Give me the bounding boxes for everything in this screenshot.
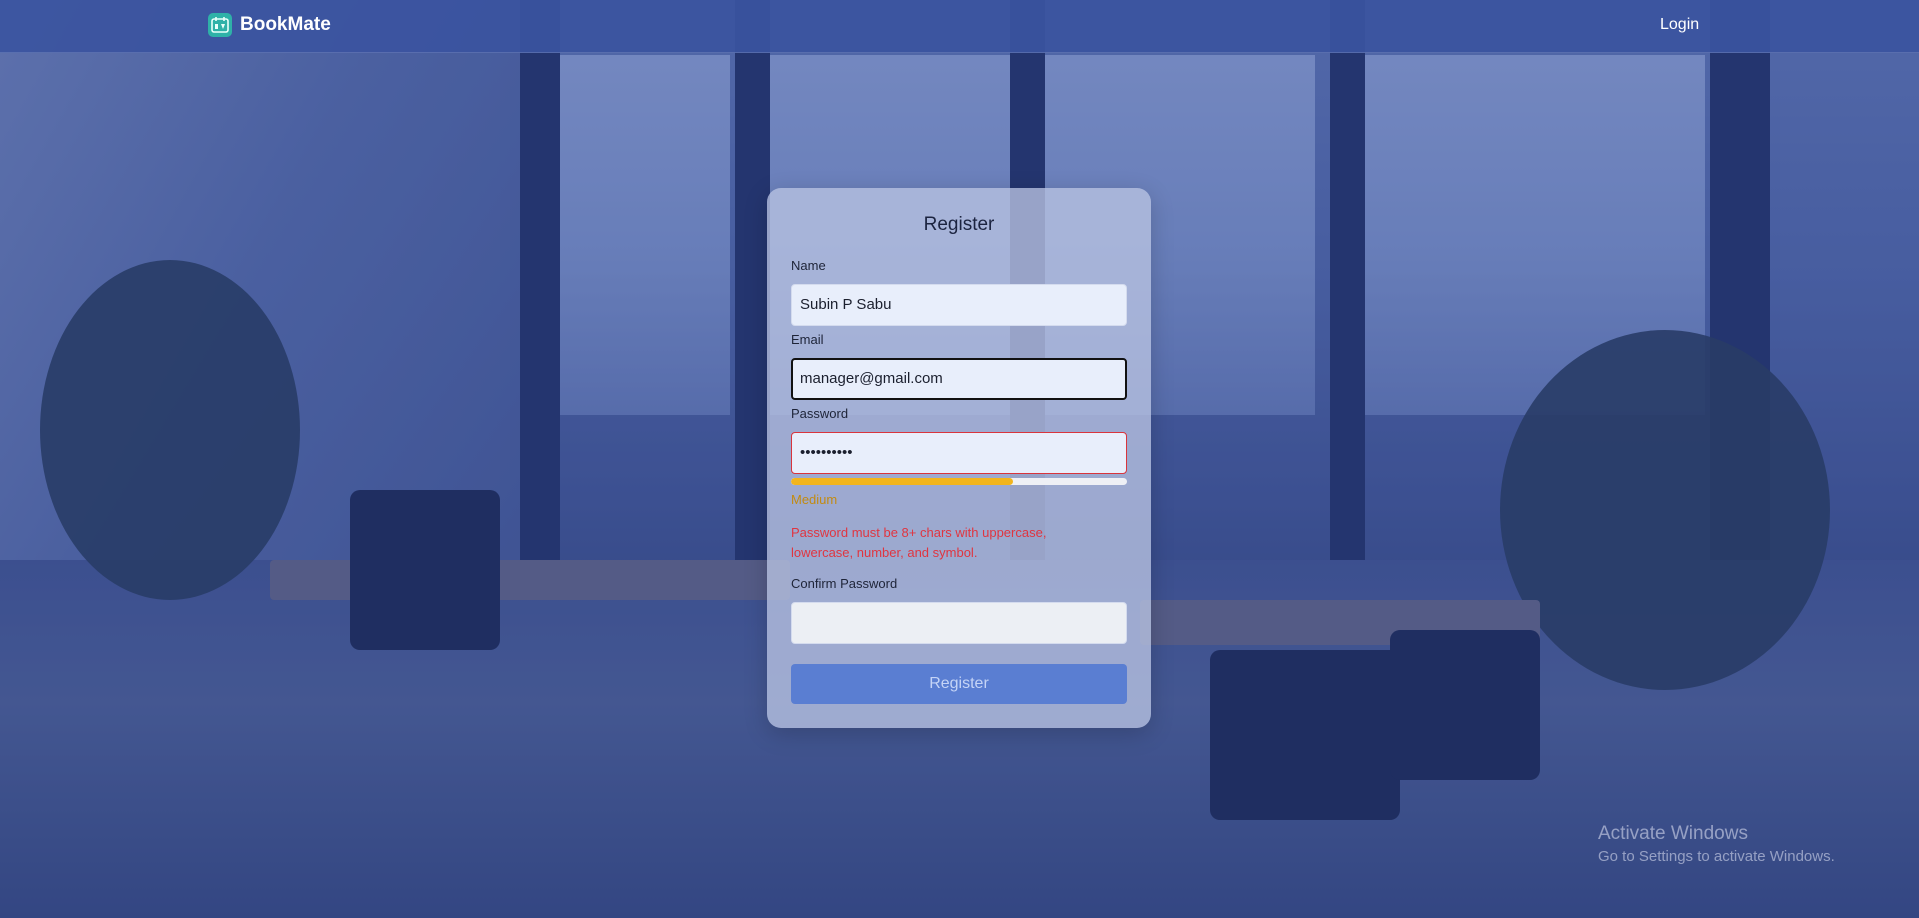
watermark-title: Activate Windows (1598, 823, 1748, 844)
password-error-message: Password must be 8+ chars with uppercase… (791, 525, 1047, 560)
watermark-subtitle: Go to Settings to activate Windows. (1598, 848, 1835, 865)
password-label: Password (791, 406, 849, 421)
confirm-password-label: Confirm Password (791, 576, 898, 591)
password-strength-label: Medium (791, 492, 838, 507)
brand-logo[interactable]: BookMate (208, 13, 331, 37)
register-card: Register Name Subin P Sabu Email manager… (767, 188, 1151, 728)
name-label: Name (791, 258, 826, 273)
login-link[interactable]: Login (1660, 16, 1699, 34)
confirm-password-input[interactable] (791, 602, 1127, 644)
password-strength-meter (791, 478, 1127, 485)
name-input[interactable]: Subin P Sabu (791, 284, 1127, 326)
windows-activation-watermark: Activate Windows Go to Settings to activ… (1598, 823, 1835, 865)
password-input[interactable]: •••••••••• (791, 432, 1127, 474)
password-strength-fill (791, 478, 1013, 485)
brand-name: BookMate (240, 14, 331, 35)
email-input[interactable]: manager@gmail.com (791, 358, 1127, 400)
register-button[interactable]: Register (791, 664, 1127, 704)
top-navbar: BookMate Login (0, 0, 1919, 53)
calendar-icon (208, 13, 232, 37)
form-title: Register (923, 214, 995, 235)
email-label: Email (791, 332, 824, 347)
